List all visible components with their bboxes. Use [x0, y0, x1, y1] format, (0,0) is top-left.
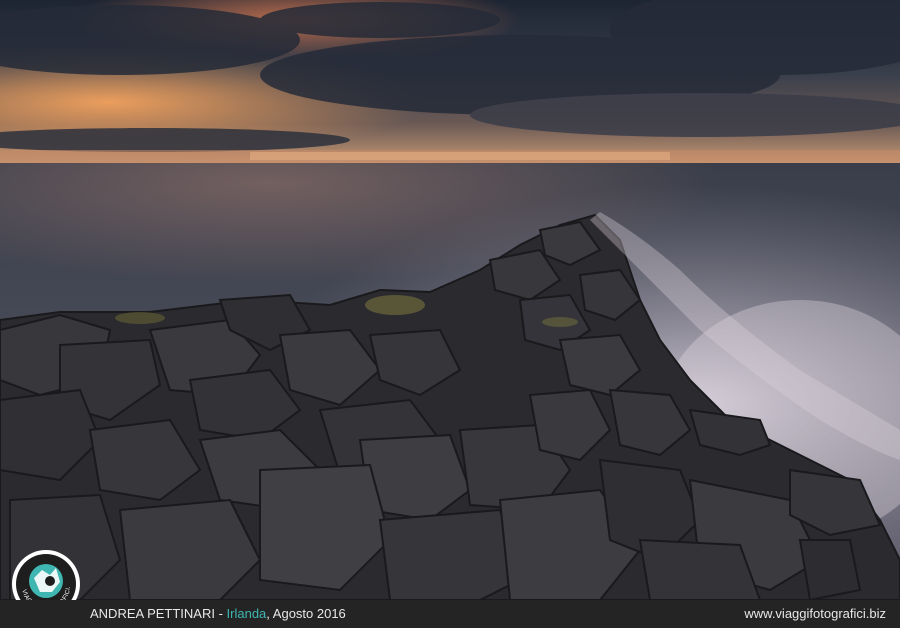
photo-date: , Agosto 2016: [266, 606, 346, 621]
website-url: www.viaggifotografici.biz: [744, 606, 886, 621]
landscape-photo: [0, 0, 900, 600]
photo-credit: ANDREA PETTINARI - Irlanda, Agosto 2016: [90, 606, 346, 621]
location-name: Irlanda: [226, 606, 267, 621]
caption-separator: -: [214, 606, 227, 621]
author-name: ANDREA PETTINARI: [90, 606, 215, 621]
caption-bar: ANDREA PETTINARI - Irlanda, Agosto 2016 …: [0, 600, 900, 628]
